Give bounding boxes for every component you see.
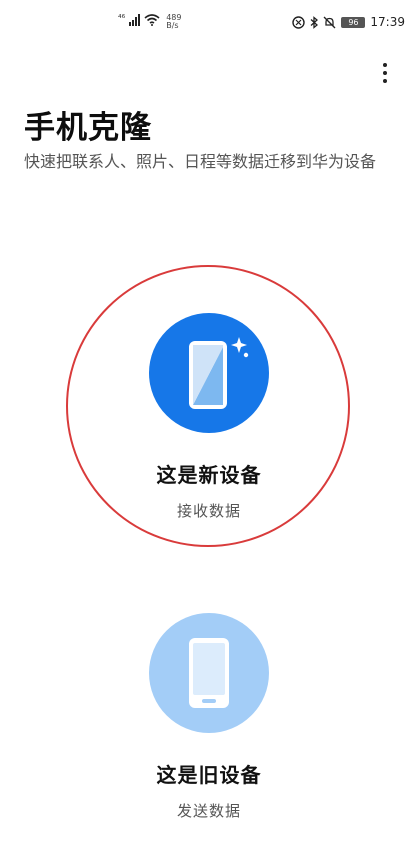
more-dot-icon <box>383 79 387 83</box>
new-device-option[interactable]: 这是新设备 接收数据 <box>100 313 318 521</box>
old-device-icon-circle <box>149 613 269 733</box>
status-left-group: ⁴⁶ 489 B/s <box>118 14 182 30</box>
mute-bell-icon <box>323 16 336 28</box>
old-device-option[interactable]: 这是旧设备 发送数据 <box>100 613 318 821</box>
nfc-icon <box>292 15 306 29</box>
new-device-subtitle: 接收数据 <box>176 502 241 520</box>
more-options-button[interactable] <box>374 58 396 88</box>
status-right-group: 96 17:39 <box>292 15 405 29</box>
speed-unit: B/s <box>166 21 179 30</box>
phone-sparkle-icon <box>189 337 249 409</box>
signal-icon <box>129 14 141 26</box>
old-device-title: 这是旧设备 <box>156 763 262 787</box>
clock: 17:39 <box>370 15 405 29</box>
page-title: 手机克隆 <box>24 110 152 146</box>
status-bar: ⁴⁶ 489 B/s 96 17:39 <box>0 0 417 48</box>
more-dot-icon <box>383 71 387 75</box>
page-subtitle: 快速把联系人、照片、日程等数据迁移到华为设备 <box>24 152 377 171</box>
more-dot-icon <box>383 63 387 67</box>
new-device-icon-circle <box>149 313 269 433</box>
phone-icon <box>189 638 229 708</box>
network-speed: 489 B/s <box>166 14 181 30</box>
wifi-icon <box>144 14 160 26</box>
network-type-label: ⁴⁶ <box>118 14 126 24</box>
new-device-title: 这是新设备 <box>156 463 262 487</box>
bluetooth-icon <box>310 15 319 29</box>
old-device-subtitle: 发送数据 <box>176 802 241 820</box>
battery-icon: 96 <box>341 16 366 28</box>
